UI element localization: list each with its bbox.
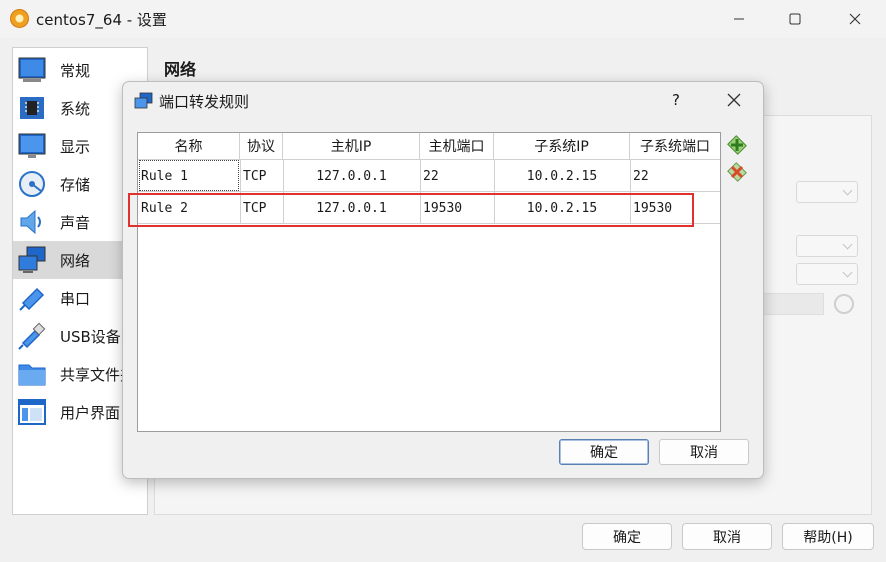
- table-cell-host-port[interactable]: 22: [420, 160, 494, 192]
- help-button[interactable]: 帮助(H): [782, 523, 874, 550]
- sidebar-item-label: 用户界面: [60, 403, 121, 422]
- column-header-name[interactable]: 名称: [138, 133, 240, 160]
- add-rule-button[interactable]: [726, 134, 748, 156]
- general-icon: [16, 54, 48, 86]
- remove-rule-icon: [727, 162, 747, 182]
- port-forwarding-dialog: 端口转发规则 ? 名称 协议 主机IP 主机端口 子系统IP 子系统端口 Rul…: [122, 81, 764, 479]
- column-header-guest-ip[interactable]: 子系统IP: [494, 133, 630, 160]
- sidebar-item-label: 存储: [60, 175, 91, 194]
- table-cell-guest-port[interactable]: 22: [630, 160, 720, 192]
- column-header-protocol[interactable]: 协议: [240, 133, 283, 160]
- sidebar-item-label: 串口: [60, 289, 91, 308]
- ok-button[interactable]: 确定: [582, 523, 672, 550]
- column-header-host-port[interactable]: 主机端口: [420, 133, 494, 160]
- virtualbox-app-icon: [10, 9, 29, 28]
- sidebar-item-label: 声音: [60, 213, 91, 232]
- folder-icon: [16, 358, 48, 390]
- port-forwarding-table: 名称 协议 主机IP 主机端口 子系统IP 子系统端口 Rule 1 TCP 1…: [137, 132, 721, 432]
- maximize-icon: [789, 13, 801, 25]
- background-dropdown[interactable]: [796, 235, 858, 257]
- speaker-icon: [16, 206, 48, 238]
- chip-icon: [16, 92, 48, 124]
- sidebar-item-label: 显示: [60, 137, 91, 156]
- dialog-help-button[interactable]: ?: [661, 88, 691, 112]
- dialog-title: 端口转发规则: [159, 93, 250, 111]
- column-header-host-ip[interactable]: 主机IP: [283, 133, 420, 160]
- table-cell-host-ip[interactable]: 127.0.0.1: [283, 160, 420, 192]
- background-dropdown[interactable]: [796, 181, 858, 203]
- serial-port-icon: [16, 282, 48, 314]
- close-window-button[interactable]: [832, 4, 878, 34]
- sidebar-item-label: USB设备: [60, 327, 121, 346]
- disk-icon: [16, 168, 48, 200]
- column-header-guest-port[interactable]: 子系统端口: [630, 133, 720, 160]
- dialog-close-button[interactable]: [719, 88, 749, 112]
- ui-icon: [16, 396, 48, 428]
- network-icon: [16, 244, 48, 276]
- add-rule-icon: [727, 135, 747, 155]
- refresh-mac-icon[interactable]: [834, 294, 854, 314]
- table-cell-name[interactable]: Rule 1: [138, 160, 240, 192]
- port-forwarding-icon: [134, 92, 153, 109]
- minimize-icon: [734, 18, 744, 20]
- close-icon: [849, 13, 861, 25]
- title-bar: centos7_64 - 设置: [0, 0, 886, 38]
- cancel-button[interactable]: 取消: [682, 523, 772, 550]
- usb-icon: [16, 320, 48, 352]
- section-title: 网络: [164, 60, 197, 79]
- monitor-icon: [16, 130, 48, 162]
- highlight-annotation: [128, 193, 694, 227]
- dialog-ok-button[interactable]: 确定: [559, 439, 649, 465]
- sidebar-item-label: 常规: [60, 61, 91, 80]
- window-title: centos7_64 - 设置: [36, 11, 167, 29]
- dialog-cancel-button[interactable]: 取消: [659, 439, 749, 465]
- mac-address-field[interactable]: [762, 293, 824, 315]
- sidebar-item-label: 系统: [60, 99, 91, 118]
- table-cell-guest-ip[interactable]: 10.0.2.15: [494, 160, 630, 192]
- maximize-button[interactable]: [772, 4, 818, 34]
- sidebar-item-label: 网络: [60, 251, 91, 270]
- background-dropdown[interactable]: [796, 263, 858, 285]
- table-cell-protocol[interactable]: TCP: [240, 160, 283, 192]
- minimize-button[interactable]: [716, 4, 762, 34]
- close-icon: [727, 93, 741, 107]
- remove-rule-button[interactable]: [726, 161, 748, 183]
